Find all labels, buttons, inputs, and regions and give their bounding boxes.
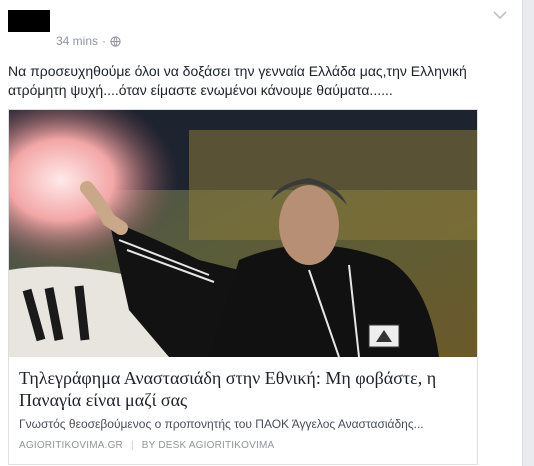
news-feed-post: 34 mins · Να προσευχηθούμε όλοι να δοξάσ… [0,0,521,466]
chevron-down-icon[interactable] [493,10,507,20]
link-description: Γνωστός θεοσεβούμενος ο προπονητής του Π… [19,417,424,431]
post-meta: 34 mins · [56,34,121,48]
shared-link-card[interactable]: Τηλεγράφημα Αναστασιάδη στην Εθνική: Μη … [8,109,478,465]
meta-dot: · [102,34,107,48]
link-title[interactable]: Τηλεγράφημα Αναστασιάδη στην Εθνική: Μη … [19,367,469,411]
post-message: Να προσευχηθούμε όλοι να δοξάσει την γεν… [8,63,467,98]
link-preview-image[interactable] [9,110,477,357]
link-byline[interactable]: BY DESK AGIORITIKOVIMA [142,440,275,451]
globe-icon[interactable] [110,35,121,47]
author-name-redacted[interactable] [8,10,50,32]
post-timestamp[interactable]: 34 mins [56,34,98,48]
page-scroll-rail [522,0,534,466]
link-source-line: AGIORITIKOVIMA.GR | BY DESK AGIORITIKOVI… [19,440,274,451]
link-domain[interactable]: AGIORITIKOVIMA.GR [19,440,123,451]
source-separator: | [130,440,134,451]
